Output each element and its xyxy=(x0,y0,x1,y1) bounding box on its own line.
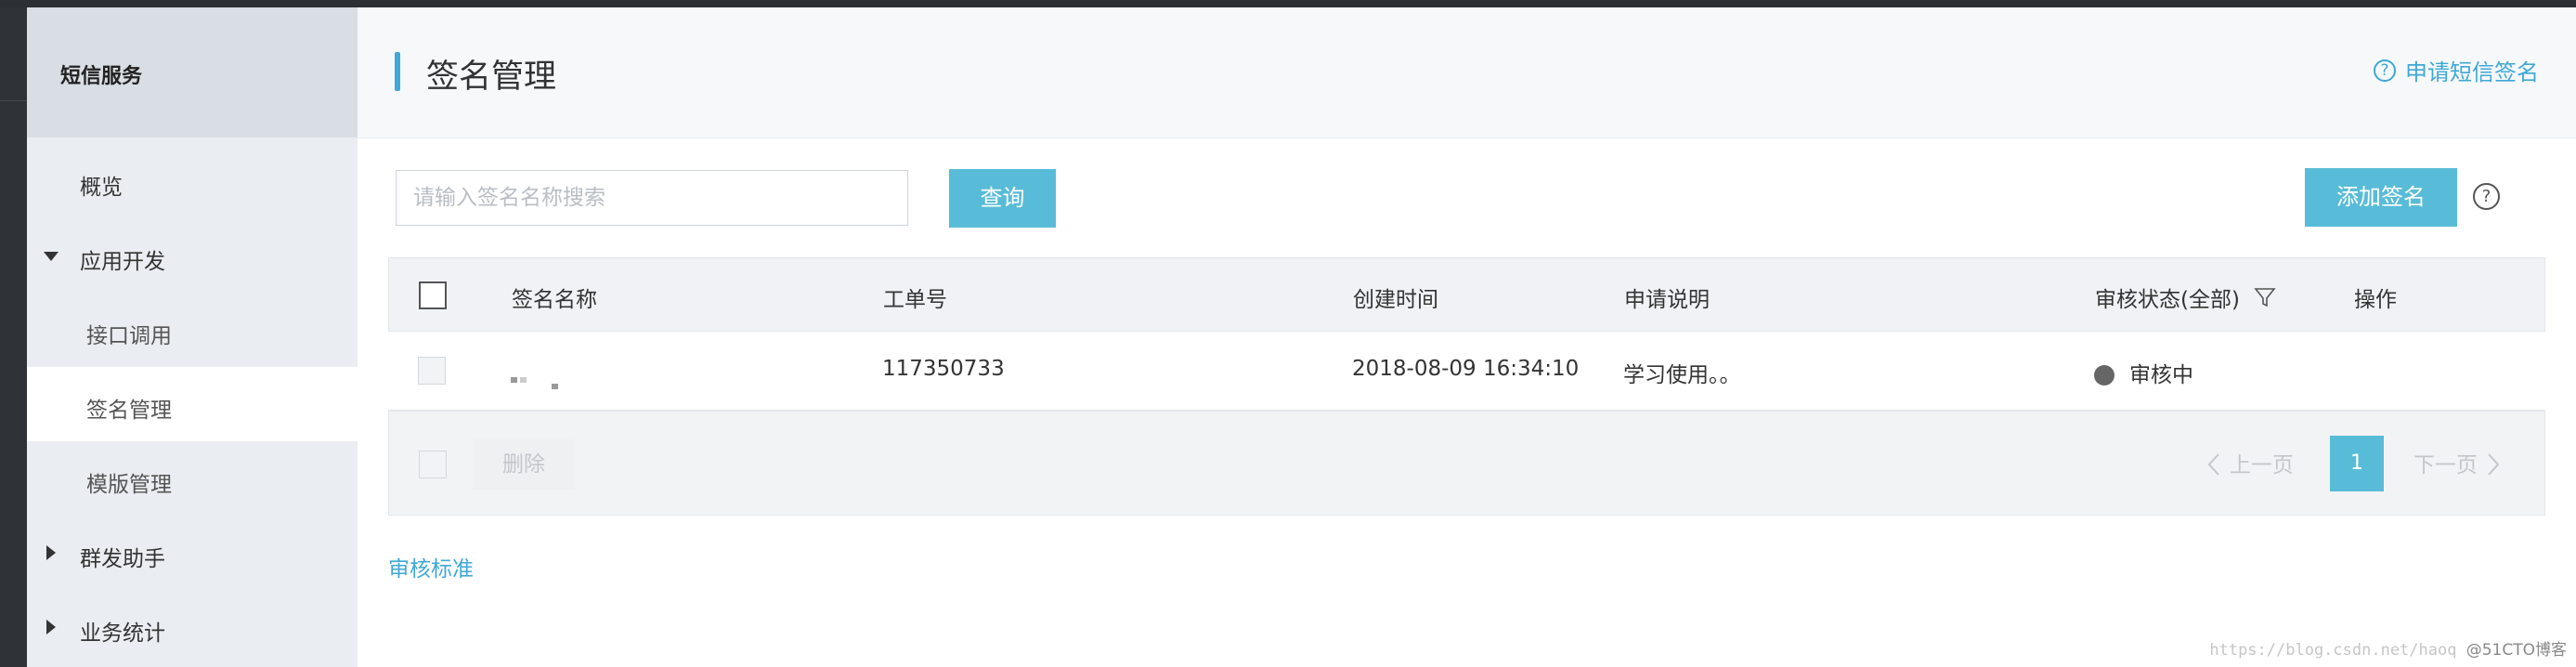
sidebar-header: 短信服务 xyxy=(27,7,358,137)
sidebar-item-bulk-send[interactable]: 群发助手 xyxy=(27,516,358,590)
console-left-strip xyxy=(0,7,27,667)
sidebar-item-template-management[interactable]: 模版管理 xyxy=(27,441,358,516)
select-all-checkbox[interactable] xyxy=(419,281,447,309)
next-page-button[interactable]: 下一页 xyxy=(2413,447,2500,478)
apply-signature-link[interactable]: ? 申请短信签名 xyxy=(2374,54,2539,86)
sidebar-item-label: 模版管理 xyxy=(86,473,172,497)
question-circle-icon: ? xyxy=(2374,59,2396,82)
next-page-label: 下一页 xyxy=(2413,453,2478,477)
caret-down-icon xyxy=(44,252,59,261)
status-dot-icon xyxy=(2094,365,2114,386)
review-standard-link[interactable]: 审核标准 xyxy=(388,551,474,582)
add-signature-button[interactable]: 添加签名 xyxy=(2305,168,2457,227)
column-header-status-label: 审核状态(全部) xyxy=(2095,288,2240,312)
prev-page-label: 上一页 xyxy=(2230,453,2294,477)
status-badge: 审核中 xyxy=(2094,357,2193,388)
sidebar-item-label: 接口调用 xyxy=(86,324,172,348)
page-title: 签名管理 xyxy=(426,59,557,96)
help-icon[interactable]: ? xyxy=(2473,183,2500,210)
sidebar-item-business-stats[interactable]: 业务统计 xyxy=(27,590,358,664)
column-header-description: 申请说明 xyxy=(1624,288,1710,312)
top-bar xyxy=(0,0,2576,7)
sidebar: 短信服务 概览 应用开发 接口调用 签名管理 模版管理 群发助手 业务统计 xyxy=(27,7,358,667)
row-checkbox[interactable] xyxy=(418,357,446,385)
delete-button[interactable]: 删除 xyxy=(473,439,575,490)
column-header-ticket: 工单号 xyxy=(883,288,947,312)
search-input[interactable] xyxy=(396,170,908,226)
status-text: 审核中 xyxy=(2129,363,2193,387)
footer-select-all-checkbox[interactable] xyxy=(419,451,447,478)
column-header-name: 签名名称 xyxy=(512,288,597,312)
watermark-url: https://blog.csdn.net/haoq xyxy=(2209,641,2457,660)
watermark-source: @51CTO博客 xyxy=(2465,641,2567,660)
prev-page-button[interactable]: 上一页 xyxy=(2207,447,2294,478)
sidebar-item-api-call[interactable]: 接口调用 xyxy=(27,293,358,367)
apply-signature-label: 申请短信签名 xyxy=(2405,59,2539,85)
sidebar-item-label: 签名管理 xyxy=(86,399,172,423)
sidebar-item-overview[interactable]: 概览 xyxy=(27,144,358,218)
ticket-number: 117350733 xyxy=(882,357,1005,381)
page-header: 签名管理 ? 申请短信签名 xyxy=(358,7,2576,138)
watermark: https://blog.csdn.net/haoq @51CTO博客 xyxy=(2209,636,2567,660)
query-button[interactable]: 查询 xyxy=(949,169,1056,228)
title-accent-bar xyxy=(395,52,400,91)
signature-name-redacted xyxy=(511,367,561,391)
caret-right-icon xyxy=(46,545,56,560)
table-footer: 删除 上一页 1 下一页 xyxy=(388,411,2545,516)
sidebar-item-label: 业务统计 xyxy=(80,621,165,646)
created-time: 2018-08-09 16:34:10 xyxy=(1352,357,1580,381)
sidebar-item-app-dev[interactable]: 应用开发 xyxy=(27,218,358,293)
sidebar-title: 短信服务 xyxy=(60,65,143,88)
column-header-created: 创建时间 xyxy=(1353,288,1438,312)
sidebar-item-label: 应用开发 xyxy=(80,250,165,274)
sidebar-item-signature-management[interactable]: 签名管理 xyxy=(27,367,358,441)
filter-icon[interactable] xyxy=(2254,286,2276,308)
table-header: 签名名称 工单号 创建时间 申请说明 审核状态(全部) 操作 xyxy=(388,257,2545,332)
caret-right-icon xyxy=(46,620,56,634)
column-header-actions: 操作 xyxy=(2354,288,2397,312)
chevron-left-icon xyxy=(2207,453,2219,476)
page-1-button[interactable]: 1 xyxy=(2330,436,2384,491)
apply-description: 学习使用。。 xyxy=(1623,363,1741,387)
table-row: 117350733 2018-08-09 16:34:10 学习使用。。 审核中 xyxy=(388,332,2545,411)
sidebar-item-label: 概览 xyxy=(80,176,123,200)
sidebar-item-label: 群发助手 xyxy=(80,547,165,571)
column-header-status[interactable]: 审核状态(全部) xyxy=(2095,281,2276,313)
divider xyxy=(0,100,27,101)
chevron-right-icon xyxy=(2488,453,2500,476)
